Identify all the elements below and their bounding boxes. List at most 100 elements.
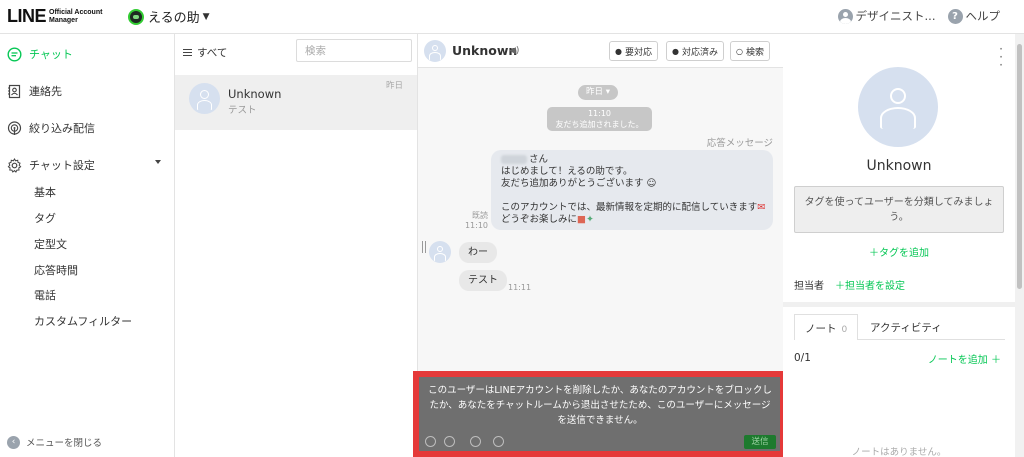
caret-down-icon: ▼ [202, 11, 210, 22]
tab-notes[interactable]: ノート 0 [794, 314, 858, 340]
emoji-icon[interactable] [425, 436, 436, 447]
send-button[interactable]: 送信 [744, 435, 776, 449]
user-avatar-icon [837, 8, 853, 24]
blocked-message: このユーザーはLINEアカウントを削除したか、あなたのアカウントをブロックしたか… [428, 385, 772, 426]
chat-filter-dropdown[interactable]: すべて [183, 45, 227, 60]
conversation-header: Unknown ◀) ● 要対応 ● 対応済み ○ 検索 [418, 34, 783, 68]
sidebar-item-label: 絞り込み配信 [29, 122, 95, 135]
incoming-message: テスト [459, 270, 507, 291]
note-count: 0 [841, 325, 848, 335]
broadcast-icon [6, 120, 22, 136]
redacted-name [501, 155, 527, 164]
menu-icon [183, 49, 192, 56]
incoming-message: わー [459, 242, 497, 263]
sender-avatar-icon [429, 241, 451, 263]
system-message: 11:10 友だち追加されました。 [547, 107, 652, 131]
sparkle-emoji-icon: ✦ [586, 214, 594, 225]
message-time: 11:11 [508, 283, 532, 292]
system-text: 友だち追加されました。 [555, 120, 644, 129]
profile-panel: · · · Unknown タグを使ってユーザーを分類してみましょう。 ＋タグを追加… [783, 34, 1015, 457]
sidebar-subitem-tags[interactable]: タグ [34, 210, 56, 226]
user-name: デザイニスト... [855, 9, 936, 23]
follow-up-button[interactable]: ● 要対応 [609, 41, 658, 61]
profile-name: Unknown [866, 158, 932, 174]
chevron-left-icon: ‹ [7, 435, 20, 449]
chat-list-item[interactable]: Unknown テスト 昨日 [175, 75, 417, 130]
search-button[interactable]: ○ 検索 [730, 41, 770, 61]
sidebar-item-narrowcast[interactable]: 絞り込み配信 [0, 116, 175, 140]
user-avatar-icon [189, 83, 220, 114]
gift-emoji-icon: ■ [577, 214, 586, 225]
chat-bubble-icon [6, 46, 22, 62]
sidebar-item-label: 連絡先 [29, 85, 62, 98]
resolved-button[interactable]: ● 対応済み [666, 41, 724, 61]
help-link[interactable]: ? ヘルプ [947, 8, 1001, 24]
empty-notes-text: ノートはありません。 [851, 447, 947, 457]
sidebar: チャット 連絡先 絞り込み配信 チャット設定 基本 タグ 定型文 応答時間 電話… [0, 34, 175, 457]
sidebar-item-label: チャット [29, 48, 73, 61]
emoji-icon: ☺ [643, 178, 657, 189]
chat-search-input[interactable] [296, 39, 412, 62]
conversation-panel: Unknown ◀) ● 要対応 ● 対応済み ○ 検索 昨日 ▾ 11:10 … [413, 34, 786, 457]
search-icon: ○ [736, 46, 743, 56]
logo-wordmark: LINE [7, 6, 47, 26]
conversation-title: Unknown [452, 43, 518, 58]
system-time: 11:10 [587, 109, 612, 118]
chat-item-name: Unknown [228, 87, 282, 101]
check-bubble-icon: ● [672, 46, 679, 56]
profile-avatar [858, 67, 938, 147]
date-divider[interactable]: 昨日 ▾ [578, 85, 618, 100]
note-fraction: 0/1 [794, 352, 811, 364]
sidebar-item-contacts[interactable]: 連絡先 [0, 79, 175, 103]
sidebar-item-chat-settings[interactable]: チャット設定 [0, 153, 175, 177]
top-header: LINE Official Account Manager えるの助 ▼ デザイ… [0, 0, 1024, 34]
sidebar-item-label: チャット設定 [29, 159, 95, 172]
chevron-down-icon [155, 160, 161, 164]
sidebar-subitem-hours[interactable]: 応答時間 [34, 262, 78, 278]
chat-item-time: 昨日 [385, 81, 403, 91]
sidebar-subitem-phone[interactable]: 電話 [34, 287, 56, 303]
phone-icon[interactable] [493, 436, 504, 447]
line-oa-logo[interactable]: LINE Official Account Manager [7, 6, 102, 27]
sidebar-subitem-custom-filter[interactable]: カスタムフィルター [34, 313, 132, 329]
blocked-notice: このユーザーはLINEアカウントを削除したか、あなたのアカウントをブロックしたか… [413, 371, 786, 457]
assignee-label: 担当者 [794, 281, 824, 292]
envelope-emoji-icon: ✉ [757, 202, 766, 213]
section-divider [783, 302, 1015, 307]
tag-icon: ● [615, 46, 622, 56]
tab-underline [858, 339, 1005, 340]
header-right: デザイニスト... ? ヘルプ [826, 8, 1000, 24]
help-icon: ? [947, 8, 963, 24]
filter-label: すべて [197, 47, 228, 59]
drag-handle-icon[interactable] [422, 241, 426, 253]
gear-icon [6, 157, 22, 173]
read-receipt: 既読 [472, 211, 488, 220]
outgoing-message: さん はじめまして！えるの助です。 友だち追加ありがとうございます ☺ このアカ… [491, 150, 773, 230]
close-menu-button[interactable]: ‹ メニューを閉じる [7, 435, 102, 449]
set-assignee-button[interactable]: ＋担当者を設定 [835, 277, 905, 292]
help-label: ヘルプ [965, 9, 1001, 23]
chat-item-preview: テスト [228, 105, 257, 116]
speaker-icon[interactable]: ◀) [509, 46, 519, 56]
sidebar-subitem-basic[interactable]: 基本 [34, 184, 56, 200]
tab-activity[interactable]: アクティビティ [870, 320, 942, 335]
sidebar-subitem-templates[interactable]: 定型文 [34, 236, 67, 252]
more-vertical-icon[interactable]: · · · [999, 43, 1003, 71]
contact-card-icon [6, 83, 22, 99]
chat-list-panel: すべて Unknown テスト 昨日 [175, 34, 418, 457]
user-menu[interactable]: デザイニスト... [837, 8, 936, 24]
account-switcher[interactable]: えるの助 ▼ [128, 7, 210, 26]
read-time: 11:10 [464, 221, 488, 230]
logo-subtitle: Official Account Manager [49, 8, 103, 24]
sidebar-item-chat[interactable]: チャット [0, 42, 175, 66]
user-avatar-icon [424, 40, 446, 62]
auto-reply-label: 応答メッセージ [706, 138, 773, 149]
tag-hint-box[interactable]: タグを使ってユーザーを分類してみましょう。 [794, 186, 1004, 233]
scrollbar-thumb[interactable] [1017, 44, 1022, 289]
plus-icon[interactable] [470, 436, 481, 447]
page-scrollbar[interactable] [1015, 34, 1024, 457]
add-tag-button[interactable]: ＋タグを追加 [783, 244, 1015, 259]
close-menu-label: メニューを閉じる [26, 438, 103, 449]
add-note-button[interactable]: ノートを追加 ＋ [928, 351, 1001, 366]
attachment-icon[interactable] [444, 436, 455, 447]
